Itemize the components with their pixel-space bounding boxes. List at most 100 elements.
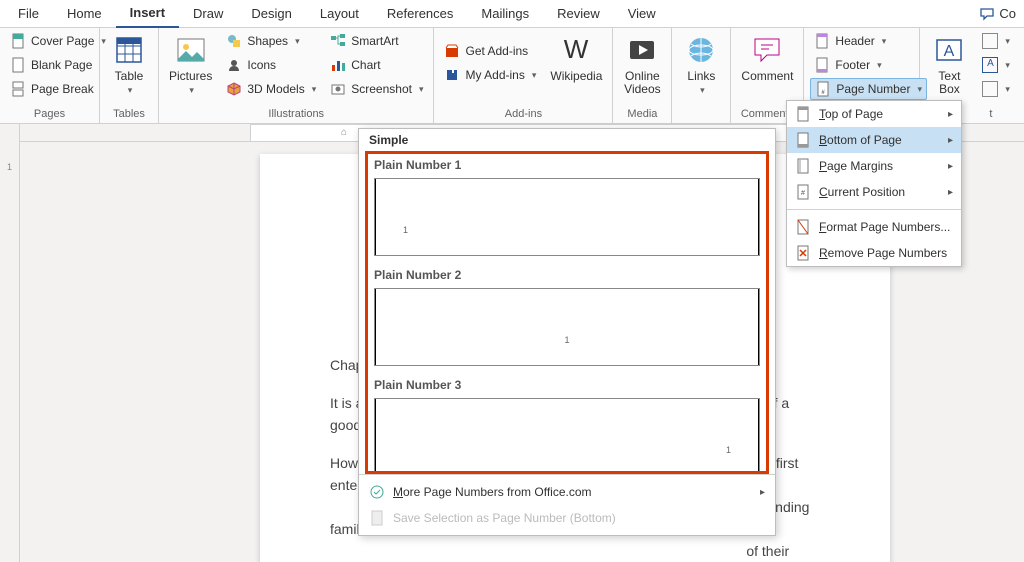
footer-label: Footer bbox=[835, 58, 870, 72]
icons-icon bbox=[226, 57, 242, 73]
text-box-button[interactable]: A Text Box bbox=[926, 30, 972, 96]
my-addins-button[interactable]: My Add-ins▾ bbox=[440, 64, 540, 86]
group-label-addins: Add-ins bbox=[440, 107, 606, 123]
tab-review[interactable]: Review bbox=[543, 0, 614, 28]
tab-mailings[interactable]: Mailings bbox=[467, 0, 543, 28]
page-number-gallery: Simple Plain Number 1 1 Plain Number 2 1… bbox=[358, 128, 776, 536]
page-number-button[interactable]: # Page Number▾ bbox=[810, 78, 927, 100]
screenshot-icon bbox=[330, 81, 346, 97]
ruler-tick: 1 bbox=[7, 162, 12, 172]
online-videos-button[interactable]: Online Videos bbox=[619, 30, 665, 96]
group-links: Links▾ bbox=[672, 28, 731, 123]
gallery-item-plain-2[interactable]: Plain Number 2 1 bbox=[374, 268, 760, 366]
doc-frag: of their daug bbox=[330, 543, 789, 562]
gallery-header: Simple bbox=[359, 129, 775, 151]
links-button[interactable]: Links▾ bbox=[678, 30, 724, 97]
link-icon bbox=[685, 34, 717, 66]
object-button[interactable]: ▾ bbox=[1020, 78, 1024, 100]
comment-button[interactable]: Comment bbox=[737, 30, 797, 83]
tab-references[interactable]: References bbox=[373, 0, 467, 28]
cover-page-label: Cover Page bbox=[31, 34, 94, 48]
date-time-button[interactable] bbox=[1020, 54, 1024, 76]
text-box-icon: A bbox=[933, 34, 965, 66]
submenu-arrow-icon: ▸ bbox=[760, 487, 765, 498]
signature-button[interactable]: ▾ bbox=[1020, 30, 1024, 52]
menu-bottom-of-page[interactable]: Bottom of Page ▸ bbox=[787, 127, 961, 153]
table-button[interactable]: Table▾ bbox=[106, 30, 152, 97]
tab-strip: File Home Insert Draw Design Layout Refe… bbox=[0, 0, 1024, 28]
menu-current-label: Current Position bbox=[819, 185, 905, 199]
vertical-ruler: 1 bbox=[0, 124, 20, 562]
cover-page-button[interactable]: Cover Page▾ bbox=[6, 30, 110, 52]
comments-button[interactable]: Co bbox=[979, 6, 1016, 22]
tab-design[interactable]: Design bbox=[237, 0, 305, 28]
icons-button[interactable]: Icons bbox=[222, 54, 320, 76]
more-page-numbers[interactable]: More Page Numbers from Office.com ▸ bbox=[359, 479, 775, 505]
gallery-body[interactable]: Plain Number 1 1 Plain Number 2 1 Plain … bbox=[365, 151, 769, 474]
quick-parts-button[interactable]: ▾ bbox=[978, 30, 1014, 52]
page-number-menu: Top of Page ▸ Bottom of Page ▸ Page Marg… bbox=[786, 100, 962, 267]
tab-layout[interactable]: Layout bbox=[306, 0, 373, 28]
group-addins: Get Add-ins My Add-ins▾ W Wikipedia Add-… bbox=[434, 28, 613, 123]
gallery-footer: More Page Numbers from Office.com ▸ Save… bbox=[359, 474, 775, 535]
mini-icon-2: A bbox=[982, 57, 998, 73]
menu-page-margins[interactable]: Page Margins ▸ bbox=[787, 153, 961, 179]
tab-draw[interactable]: Draw bbox=[179, 0, 237, 28]
header-label: Header bbox=[835, 34, 874, 48]
drop-cap-button[interactable]: ▾ bbox=[978, 78, 1014, 100]
chart-button[interactable]: Chart bbox=[326, 54, 427, 76]
screenshot-button[interactable]: Screenshot▾ bbox=[326, 78, 427, 100]
page-break-button[interactable]: Page Break bbox=[6, 78, 110, 100]
menu-format-label: Format Page Numbers... bbox=[819, 220, 950, 234]
group-label-pages: Pages bbox=[6, 107, 93, 123]
tab-home[interactable]: Home bbox=[53, 0, 116, 28]
preview-number: 1 bbox=[564, 335, 569, 345]
group-media: Online Videos Media bbox=[613, 28, 672, 123]
menu-remove-label: Remove Page Numbers bbox=[819, 246, 947, 260]
gallery-preview: 1 bbox=[374, 398, 760, 474]
menu-remove-page-numbers[interactable]: Remove Page Numbers bbox=[787, 240, 961, 266]
tab-view[interactable]: View bbox=[614, 0, 670, 28]
3d-models-button[interactable]: 3D Models▾ bbox=[222, 78, 320, 100]
menu-format-page-numbers[interactable]: Format Page Numbers... bbox=[787, 214, 961, 240]
wikipedia-button[interactable]: W Wikipedia bbox=[546, 30, 606, 83]
table-label: Table bbox=[115, 69, 144, 83]
shapes-button[interactable]: Shapes▾ bbox=[222, 30, 320, 52]
gallery-item-plain-3[interactable]: Plain Number 3 1 bbox=[374, 378, 760, 474]
wordart-button[interactable]: A▾ bbox=[978, 54, 1014, 76]
text-box-label: Text Box bbox=[938, 70, 960, 96]
smartart-icon bbox=[330, 33, 346, 49]
format-icon bbox=[795, 219, 811, 235]
tab-insert[interactable]: Insert bbox=[116, 0, 179, 28]
gallery-item-title: Plain Number 3 bbox=[374, 378, 760, 392]
blank-page-button[interactable]: Blank Page bbox=[6, 54, 110, 76]
pictures-icon bbox=[175, 34, 207, 66]
group-illustrations: Pictures▾ Shapes▾ Icons 3D Models▾ bbox=[159, 28, 434, 123]
gallery-item-plain-1[interactable]: Plain Number 1 1 bbox=[374, 158, 760, 256]
my-addins-label: My Add-ins bbox=[465, 68, 524, 82]
gallery-item-title: Plain Number 2 bbox=[374, 268, 760, 282]
group-label-links bbox=[678, 107, 724, 123]
smartart-button[interactable]: SmartArt bbox=[326, 30, 427, 52]
video-label: Online Videos bbox=[624, 70, 660, 96]
menu-bottom-label: Bottom of Page bbox=[819, 133, 902, 147]
preview-number: 1 bbox=[726, 445, 731, 455]
svg-text:#: # bbox=[801, 190, 805, 197]
menu-top-of-page[interactable]: Top of Page ▸ bbox=[787, 101, 961, 127]
footer-button[interactable]: Footer▾ bbox=[810, 54, 927, 76]
svg-text:W: W bbox=[564, 34, 589, 64]
tab-file[interactable]: File bbox=[4, 0, 53, 28]
wikipedia-label: Wikipedia bbox=[550, 70, 602, 83]
header-button[interactable]: Header▾ bbox=[810, 30, 927, 52]
page-bottom-icon bbox=[795, 132, 811, 148]
page-break-icon bbox=[10, 81, 26, 97]
gallery-preview: 1 bbox=[374, 178, 760, 256]
get-addins-button[interactable]: Get Add-ins bbox=[440, 40, 540, 62]
svg-text:A: A bbox=[944, 43, 955, 60]
menu-current-position[interactable]: # Current Position ▸ bbox=[787, 179, 961, 205]
group-label-illustrations: Illustrations bbox=[165, 107, 427, 123]
pictures-button[interactable]: Pictures▾ bbox=[165, 30, 216, 97]
get-addins-label: Get Add-ins bbox=[465, 44, 528, 58]
group-label-media: Media bbox=[619, 107, 665, 123]
mini-icon-1 bbox=[982, 33, 998, 49]
